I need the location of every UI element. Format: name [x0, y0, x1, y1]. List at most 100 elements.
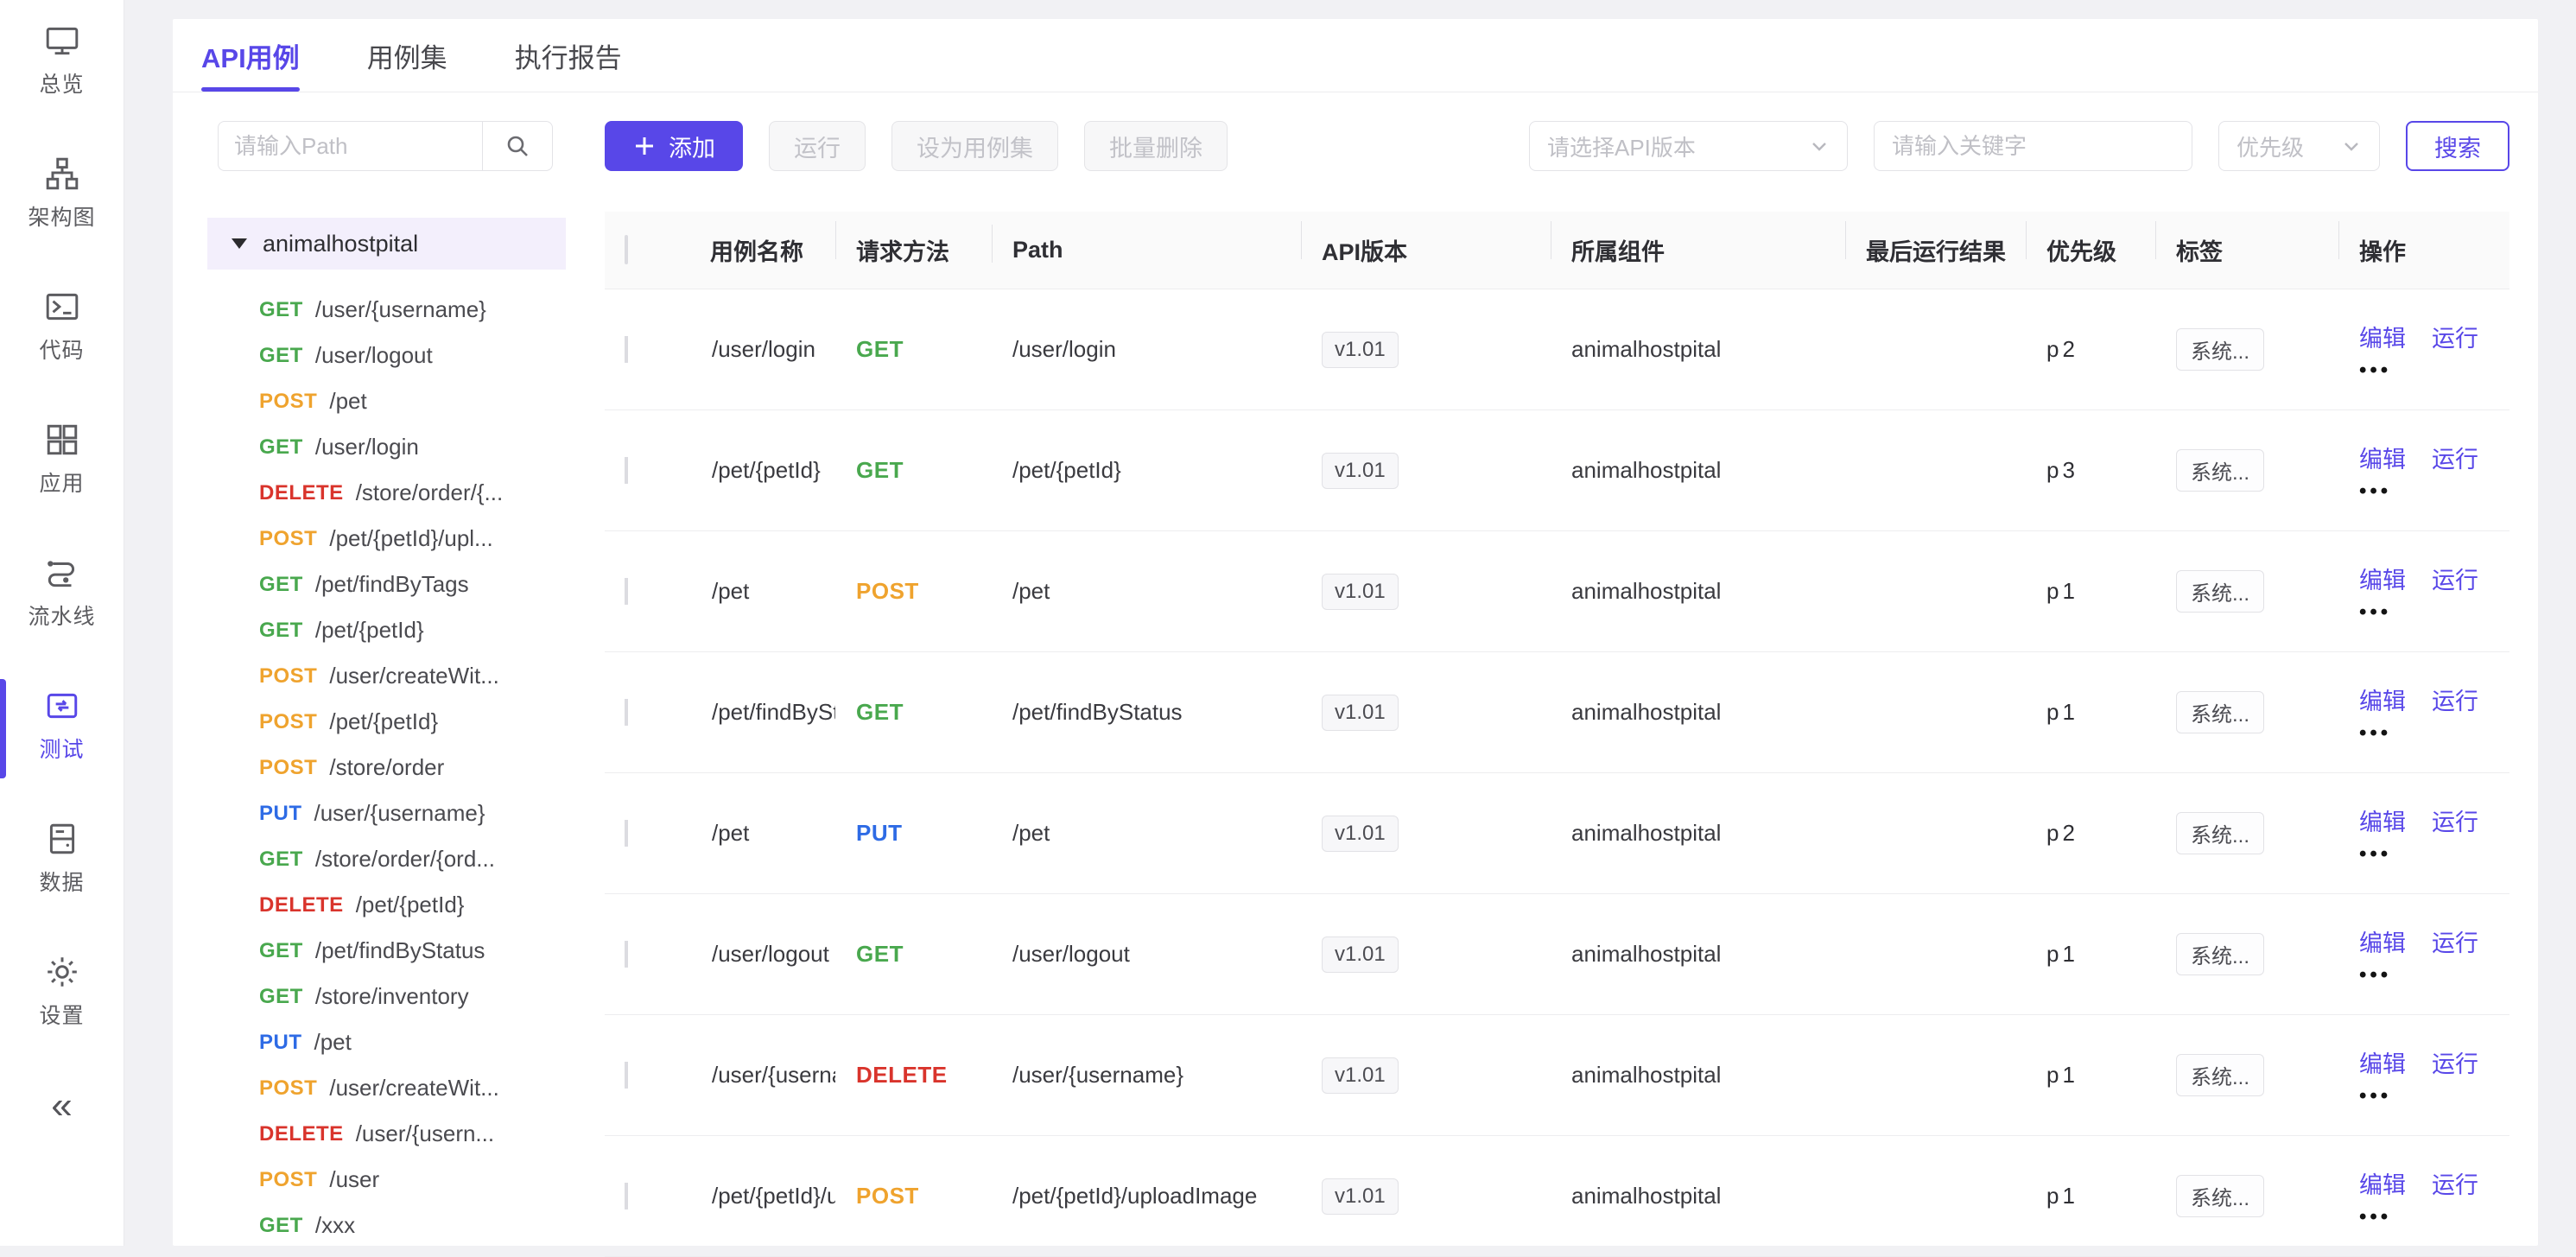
- tree-endpoint-item[interactable]: DELETE /pet/{petId}: [207, 882, 566, 928]
- component-name: animalhostpital: [1551, 820, 1845, 847]
- tree-endpoint-item[interactable]: GET /xxx: [207, 1203, 566, 1248]
- edit-link[interactable]: 编辑: [2359, 682, 2406, 716]
- endpoint-path: /pet/findByTags: [315, 571, 469, 598]
- priority-value: p1: [2026, 1062, 2155, 1089]
- set-suite-button[interactable]: 设为用例集: [891, 121, 1058, 171]
- tree-endpoint-item[interactable]: POST /pet: [207, 378, 566, 424]
- tree-endpoint-item[interactable]: DELETE /store/order/{...: [207, 470, 566, 516]
- tree-endpoint-item[interactable]: POST /pet/{petId}/upl...: [207, 516, 566, 562]
- tree-endpoint-item[interactable]: GET /pet/{petId}: [207, 607, 566, 653]
- run-link[interactable]: 运行: [2432, 682, 2478, 716]
- tab-api-cases[interactable]: API用例: [201, 19, 300, 92]
- tag-badge: 系统...: [2176, 570, 2264, 613]
- tag-badge: 系统...: [2176, 1175, 2264, 1217]
- path-search-button[interactable]: [482, 121, 553, 171]
- run-link[interactable]: 运行: [2432, 320, 2478, 353]
- edit-link[interactable]: 编辑: [2359, 562, 2406, 595]
- path-search-input[interactable]: [218, 121, 482, 171]
- sidebar-item-apps[interactable]: 应用: [0, 418, 124, 501]
- sidebar-item-settings[interactable]: 设置: [0, 950, 124, 1033]
- more-actions-icon[interactable]: •••: [2359, 1088, 2509, 1104]
- edit-link[interactable]: 编辑: [2359, 441, 2406, 474]
- tree-endpoint-item[interactable]: GET /pet/findByStatus: [207, 928, 566, 974]
- http-method-label: GET: [259, 985, 303, 1009]
- tree-root-service[interactable]: animalhostpital: [207, 218, 566, 270]
- more-actions-icon[interactable]: •••: [2359, 725, 2509, 741]
- run-link[interactable]: 运行: [2432, 924, 2478, 958]
- tree-endpoint-item[interactable]: GET /user/{username}: [207, 287, 566, 333]
- endpoint-list: GET /user/{username} GET /user/logout PO…: [207, 287, 566, 1248]
- tree-endpoint-item[interactable]: POST /user/createWit...: [207, 653, 566, 699]
- tree-endpoint-item[interactable]: POST /user/createWit...: [207, 1065, 566, 1111]
- sidebar-item-label: 设置: [39, 999, 84, 1030]
- case-table-area: 添加 运行 设为用例集 批量删除 请选择API版本 优先级: [566, 92, 2538, 1246]
- sidebar-item-overview[interactable]: 总览: [0, 19, 124, 102]
- run-link[interactable]: 运行: [2432, 803, 2478, 837]
- collapse-sidebar-icon[interactable]: «: [51, 1087, 72, 1125]
- row-checkbox[interactable]: [625, 941, 628, 968]
- keyword-input[interactable]: [1874, 121, 2192, 171]
- sidebar-item-code[interactable]: 代码: [0, 285, 124, 368]
- tree-endpoint-item[interactable]: DELETE /user/{usern...: [207, 1111, 566, 1157]
- tree-endpoint-item[interactable]: POST /store/order: [207, 745, 566, 790]
- sidebar-item-architecture[interactable]: 架构图: [0, 152, 124, 235]
- tree-endpoint-item[interactable]: GET /store/inventory: [207, 974, 566, 1019]
- tree-endpoint-item[interactable]: PUT /pet: [207, 1019, 566, 1065]
- tree-endpoint-item[interactable]: GET /user/logout: [207, 333, 566, 378]
- row-checkbox[interactable]: [625, 1183, 628, 1209]
- run-button[interactable]: 运行: [769, 121, 866, 171]
- http-method-label: GET: [259, 619, 303, 643]
- api-version-select[interactable]: 请选择API版本: [1529, 121, 1848, 171]
- endpoint-path: /pet/{petId}: [315, 617, 424, 644]
- tree-endpoint-item[interactable]: PUT /user/{username}: [207, 790, 566, 836]
- tag-badge: 系统...: [2176, 933, 2264, 975]
- more-actions-icon[interactable]: •••: [2359, 967, 2509, 983]
- col-header-method: 请求方法: [835, 233, 992, 267]
- endpoint-path: /user: [329, 1166, 379, 1193]
- row-checkbox[interactable]: [625, 457, 628, 484]
- search-button[interactable]: 搜索: [2406, 121, 2509, 171]
- run-link[interactable]: 运行: [2432, 1166, 2478, 1200]
- edit-link[interactable]: 编辑: [2359, 320, 2406, 353]
- endpoint-path: /store/inventory: [315, 983, 469, 1010]
- endpoint-path: /user/createWit...: [329, 663, 499, 689]
- http-method-label: DELETE: [856, 1062, 948, 1088]
- run-link[interactable]: 运行: [2432, 562, 2478, 595]
- more-actions-icon[interactable]: •••: [2359, 604, 2509, 620]
- sidebar-item-test[interactable]: 测试: [0, 684, 124, 767]
- more-actions-icon[interactable]: •••: [2359, 483, 2509, 499]
- row-actions: 编辑 运行 •••: [2338, 803, 2509, 862]
- more-actions-icon[interactable]: •••: [2359, 362, 2509, 378]
- row-checkbox[interactable]: [625, 336, 628, 363]
- row-checkbox[interactable]: [625, 820, 628, 847]
- row-checkbox[interactable]: [625, 1062, 628, 1089]
- edit-link[interactable]: 编辑: [2359, 1166, 2406, 1200]
- tree-endpoint-item[interactable]: GET /user/login: [207, 424, 566, 470]
- run-link[interactable]: 运行: [2432, 1045, 2478, 1079]
- more-actions-icon[interactable]: •••: [2359, 846, 2509, 862]
- tab-case-suites[interactable]: 用例集: [367, 19, 447, 92]
- select-all-checkbox[interactable]: [625, 235, 628, 264]
- case-path: /user/login: [992, 336, 1301, 363]
- tree-endpoint-item[interactable]: POST /user: [207, 1157, 566, 1203]
- sidebar-item-data[interactable]: 数据: [0, 817, 124, 900]
- add-button[interactable]: 添加: [605, 121, 743, 171]
- case-path: /pet: [992, 578, 1301, 605]
- edit-link[interactable]: 编辑: [2359, 1045, 2406, 1079]
- edit-link[interactable]: 编辑: [2359, 924, 2406, 958]
- tab-run-reports[interactable]: 执行报告: [515, 19, 622, 92]
- col-header-tag: 标签: [2155, 233, 2338, 267]
- tree-endpoint-item[interactable]: POST /pet/{petId}: [207, 699, 566, 745]
- row-checkbox[interactable]: [625, 578, 628, 605]
- monitor-icon: [44, 22, 80, 59]
- row-checkbox[interactable]: [625, 699, 628, 726]
- edit-link[interactable]: 编辑: [2359, 803, 2406, 837]
- batch-delete-button[interactable]: 批量删除: [1084, 121, 1228, 171]
- sidebar-item-pipeline[interactable]: 流水线: [0, 551, 124, 634]
- more-actions-icon[interactable]: •••: [2359, 1209, 2509, 1225]
- tree-endpoint-item[interactable]: GET /store/order/{ord...: [207, 836, 566, 882]
- run-link[interactable]: 运行: [2432, 441, 2478, 474]
- priority-select[interactable]: 优先级: [2218, 121, 2380, 171]
- col-header-priority: 优先级: [2026, 233, 2155, 267]
- tree-endpoint-item[interactable]: GET /pet/findByTags: [207, 562, 566, 607]
